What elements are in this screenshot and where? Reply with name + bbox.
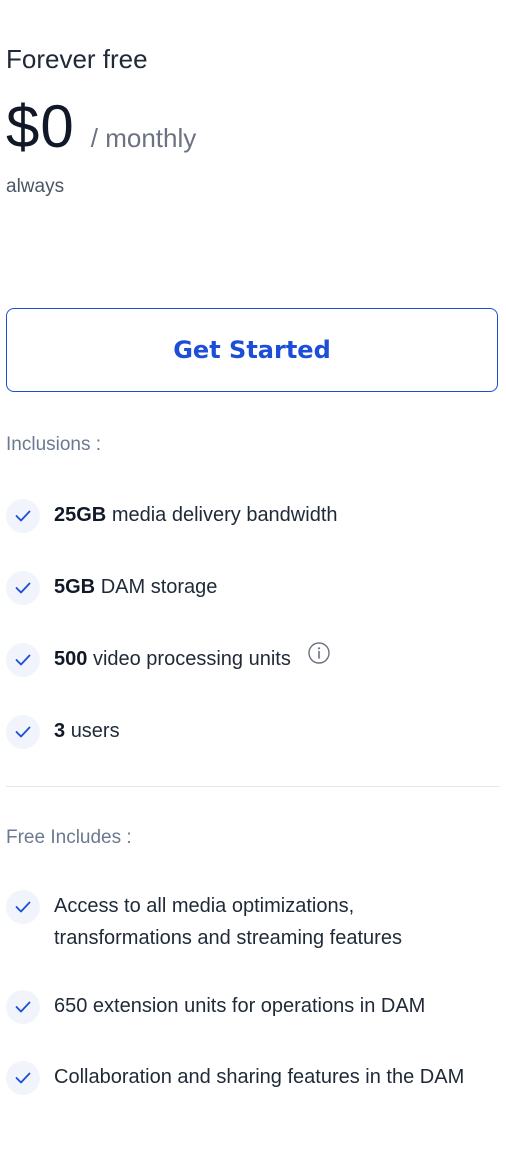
feature-desc: DAM storage (100, 576, 218, 598)
check-icon (6, 643, 40, 677)
price-row: $0 / monthly (6, 92, 196, 162)
check-icon (6, 571, 40, 605)
check-icon (6, 715, 40, 749)
feature-amount: 500 (54, 648, 88, 670)
get-started-button[interactable]: Get Started (6, 308, 498, 392)
feature-desc: users (70, 720, 120, 742)
list-item: 500 video processing units (6, 642, 500, 677)
price-note: always (6, 176, 65, 197)
feature-desc: video processing units (92, 648, 291, 670)
list-item: Collaboration and sharing features in th… (6, 1061, 500, 1095)
feature-desc: Collaboration and sharing features in th… (54, 1066, 465, 1088)
plan-price: $0 (6, 93, 75, 160)
feature-amount: 25GB (54, 504, 107, 526)
feature-text: 500 video processing units (54, 642, 331, 675)
feature-text: 5GB DAM storage (54, 571, 217, 603)
feature-amount: 5GB (54, 576, 96, 598)
check-icon (6, 890, 40, 924)
list-item: 25GB media delivery bandwidth (6, 499, 500, 533)
check-icon (6, 1061, 40, 1095)
feature-text: 25GB media delivery bandwidth (54, 499, 338, 531)
get-started-label: Get Started (173, 336, 331, 364)
plan-name: Forever free (6, 44, 148, 74)
inclusions-title: Inclusions : (6, 434, 102, 455)
feature-amount: 3 (54, 720, 66, 742)
feature-text: 3 users (54, 715, 120, 747)
divider (6, 786, 500, 787)
list-item: 3 users (6, 715, 500, 749)
feature-desc: 650 extension units for operations in DA… (54, 995, 426, 1017)
list-item: Access to all media optimizations, trans… (6, 890, 500, 954)
check-icon (6, 499, 40, 533)
list-item: 5GB DAM storage (6, 571, 500, 605)
check-icon (6, 990, 40, 1024)
plan-period: / monthly (90, 123, 197, 153)
list-item: 650 extension units for operations in DA… (6, 990, 500, 1024)
info-icon[interactable] (308, 642, 331, 674)
feature-desc: Access to all media optimizations, trans… (54, 895, 402, 949)
free-includes-title: Free Includes : (6, 827, 132, 848)
feature-desc: media delivery bandwidth (111, 504, 338, 526)
